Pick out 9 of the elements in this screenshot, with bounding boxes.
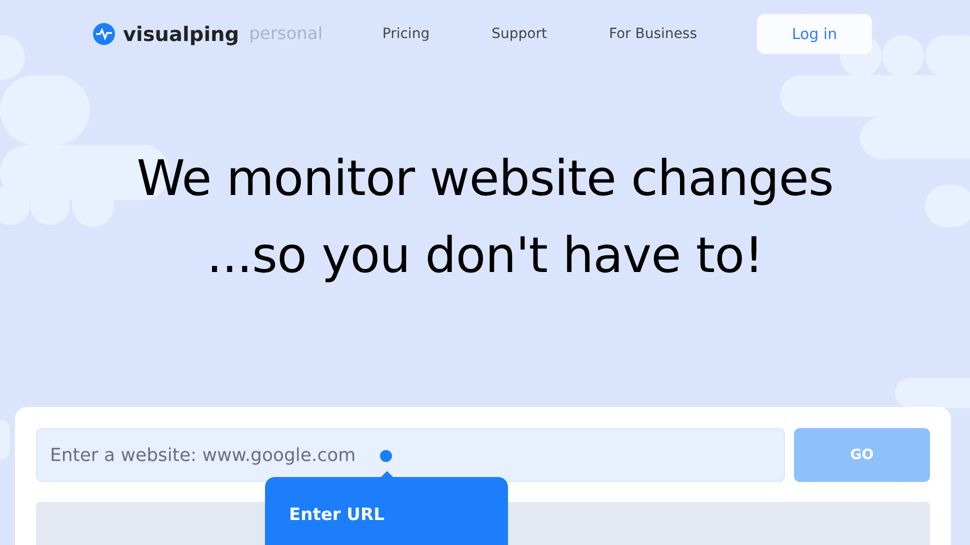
- headline: ...so you don't have to!: [206, 226, 764, 286]
- headline: We monitor website changes: [136, 149, 834, 209]
- tooltip-title: Enter URL: [289, 505, 384, 525]
- nav-link[interactable]: Support: [492, 26, 547, 42]
- logo-text[interactable]: visualping: [123, 22, 240, 46]
- nav-link[interactable]: Pricing: [382, 26, 430, 42]
- pulse-logo-icon: [93, 23, 115, 45]
- nav-link[interactable]: For Business: [608, 26, 697, 42]
- login-button[interactable]: Log in: [757, 14, 872, 54]
